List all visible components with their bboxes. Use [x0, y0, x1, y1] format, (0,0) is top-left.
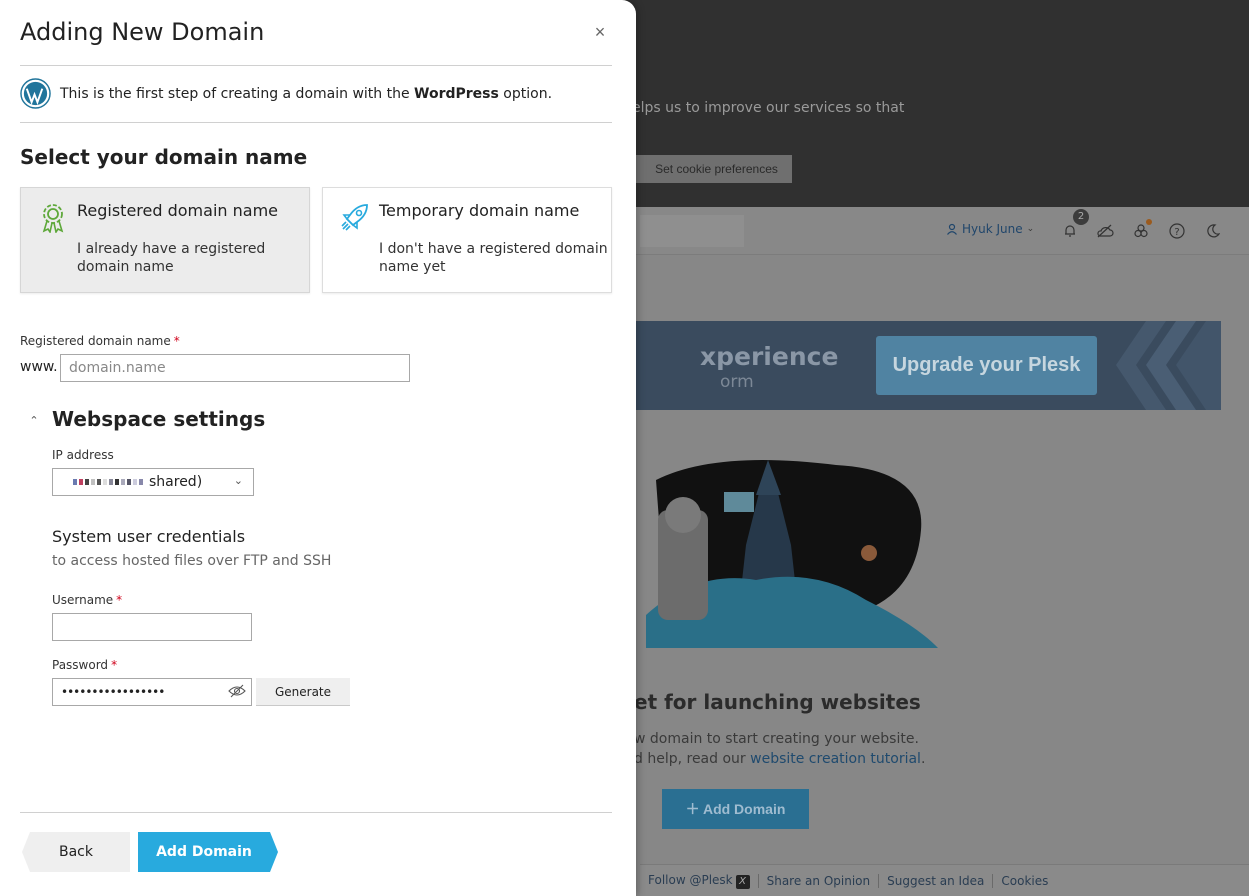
footer-idea-link[interactable]: Suggest an Idea	[878, 873, 992, 888]
required-mark: *	[173, 334, 180, 348]
user-menu[interactable]: Hyuk June ⌄	[946, 222, 1034, 236]
password-input[interactable]	[52, 678, 252, 706]
password-label-text: Password	[52, 658, 109, 672]
required-mark: *	[116, 593, 123, 607]
banner-title: xperience	[700, 342, 839, 371]
footer-follow-link[interactable]: Follow @Plesk X	[640, 873, 758, 889]
tutorial-link[interactable]: website creation tutorial	[750, 751, 921, 767]
card-description: I already have a registered domain name	[77, 241, 266, 275]
ip-address-select[interactable]: shared) ⌄	[52, 468, 254, 496]
card-title: Registered domain name	[77, 201, 278, 220]
rocket-icon	[341, 204, 368, 231]
webspace-settings-title: Webspace settings	[52, 407, 266, 431]
empty-state-title: et for launching websites	[634, 690, 921, 714]
credentials-description: to access hosted files over FTP and SSH	[52, 553, 332, 569]
background-add-domain-button[interactable]: ＋ Add Domain	[662, 789, 809, 829]
divider	[20, 65, 612, 66]
moon-icon[interactable]	[1204, 222, 1222, 240]
domain-name-label: Registered domain name *	[20, 334, 180, 348]
wordpress-icon	[20, 78, 51, 109]
help-icon[interactable]: ?	[1168, 222, 1186, 240]
cookie-preferences-button[interactable]: Set cookie preferences	[630, 155, 792, 183]
search-field[interactable]	[640, 215, 744, 247]
info-prefix: This is the first step of creating a dom…	[60, 85, 415, 102]
empty-state-suffix: .	[920, 751, 926, 767]
footer-follow-label: Follow @Plesk	[648, 872, 733, 887]
dialog-title: Adding New Domain	[20, 18, 265, 46]
info-wordpress: WordPress	[414, 85, 499, 102]
section-title: Select your domain name	[20, 145, 308, 169]
wordpress-info-text: This is the first step of creating a dom…	[60, 86, 552, 102]
empty-state-line2: d help, read our website creation tutori…	[634, 751, 925, 767]
banner-subtitle: orm	[720, 372, 754, 392]
chevron-down-icon: ⌄	[1026, 224, 1035, 234]
background-add-domain-label: Add Domain	[702, 801, 786, 817]
cookie-text: elps us to improve our services so that	[632, 100, 905, 116]
username-input[interactable]	[52, 613, 252, 641]
astronaut-illustration	[646, 460, 938, 648]
masked-ip	[73, 479, 143, 485]
credentials-title: System user credentials	[52, 527, 246, 546]
add-domain-button[interactable]: Add Domain	[138, 832, 278, 872]
upgrade-plesk-button[interactable]: Upgrade your Plesk	[876, 336, 1097, 395]
domain-name-label-text: Registered domain name	[20, 334, 171, 348]
ip-address-label: IP address	[52, 448, 114, 462]
ip-value: shared)	[149, 474, 203, 490]
footer-cookies-link[interactable]: Cookies	[992, 873, 1056, 888]
info-suffix: option.	[498, 85, 553, 102]
bell-icon[interactable]	[1061, 222, 1079, 240]
x-logo-icon: X	[735, 874, 750, 889]
banner-chevrons-decoration	[1116, 321, 1221, 410]
card-title: Temporary domain name	[379, 201, 580, 220]
chevron-down-icon: ⌄	[233, 474, 243, 487]
footer: Follow @Plesk X Share an Opinion Suggest …	[640, 864, 1249, 896]
temporary-domain-card[interactable]: Temporary domain name I don't have a reg…	[322, 187, 612, 293]
divider	[20, 122, 612, 123]
back-button[interactable]: Back	[22, 832, 130, 872]
generate-password-button[interactable]: Generate	[256, 678, 350, 706]
wordpress-info: This is the first step of creating a dom…	[20, 78, 552, 109]
adding-domain-dialog: Adding New Domain × This is the first st…	[0, 0, 636, 896]
card-description: I don't have a registered domain name ye…	[379, 241, 608, 275]
divider	[20, 812, 612, 813]
required-mark: *	[111, 658, 118, 672]
user-icon	[947, 223, 957, 235]
footer-opinion-link[interactable]: Share an Opinion	[757, 873, 879, 888]
award-icon	[42, 204, 64, 233]
www-prefix: www.	[20, 359, 58, 375]
svg-text:?: ?	[1174, 227, 1179, 238]
username-label: Username *	[52, 593, 122, 607]
password-label: Password *	[52, 658, 117, 672]
username-label-text: Username	[52, 593, 114, 607]
domain-name-input[interactable]	[60, 354, 410, 382]
empty-state-prefix: d help, read our	[634, 751, 751, 767]
close-button[interactable]: ×	[590, 22, 610, 42]
eye-off-icon[interactable]	[228, 684, 246, 698]
status-dot	[1146, 219, 1152, 225]
chevron-up-icon[interactable]: ⌃	[26, 412, 42, 428]
empty-state-line1: w domain to start creating your website.	[634, 731, 919, 747]
user-name: Hyuk June	[962, 222, 1023, 236]
cloud-off-icon[interactable]	[1096, 222, 1114, 240]
registered-domain-card[interactable]: Registered domain name I already have a …	[20, 187, 310, 293]
